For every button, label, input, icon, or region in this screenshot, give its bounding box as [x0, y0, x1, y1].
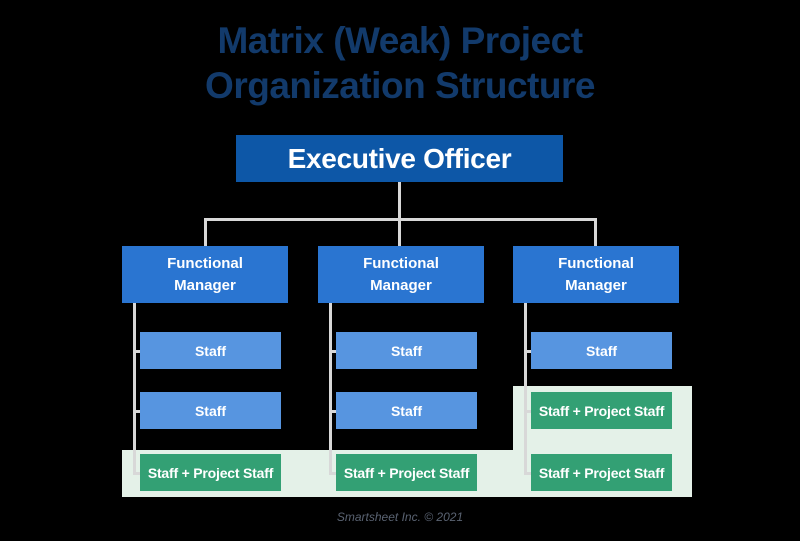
functional-manager-box-2[interactable]: Functional Manager: [318, 246, 484, 303]
staff-box-column-1-row-1[interactable]: Staff: [140, 332, 281, 369]
footer-attribution: Smartsheet Inc. © 2021: [336, 510, 464, 524]
page-title-line-1: Matrix (Weak) Project: [217, 20, 583, 61]
connector-spine-column-2: [329, 303, 332, 475]
staff-label-column-3-row-1: Staff: [585, 342, 618, 359]
functional-manager-label-3: Functional Manager: [558, 253, 634, 297]
fm-2-line-2: Manager: [370, 276, 432, 294]
connector-exec-down: [398, 182, 401, 220]
connector-drop-column-3: [594, 218, 597, 246]
project-staff-box-column-1-row-3[interactable]: Staff + Project Staff: [140, 454, 281, 491]
staff-label-column-1-row-2: Staff: [194, 402, 227, 419]
functional-manager-box-1[interactable]: Functional Manager: [122, 246, 288, 303]
fm-1-line-1: Functional: [167, 254, 243, 272]
connector-drop-column-1: [204, 218, 207, 246]
project-staff-label-column-2-row-3: Staff + Project Staff: [343, 464, 470, 481]
project-staff-box-column-3-row-2[interactable]: Staff + Project Staff: [531, 392, 672, 429]
fm-3-line-1: Functional: [558, 254, 634, 272]
project-staff-box-column-3-row-3[interactable]: Staff + Project Staff: [531, 454, 672, 491]
executive-officer-label: Executive Officer: [287, 142, 512, 174]
page-title: Matrix (Weak) Project Organization Struc…: [0, 18, 800, 108]
staff-box-column-2-row-1[interactable]: Staff: [336, 332, 477, 369]
project-staff-label-column-3-row-3: Staff + Project Staff: [538, 464, 665, 481]
connector-spine-column-3: [524, 303, 527, 475]
staff-label-column-2-row-2: Staff: [390, 402, 423, 419]
executive-officer-box[interactable]: Executive Officer: [236, 135, 563, 182]
functional-manager-label-1: Functional Manager: [167, 253, 243, 297]
page-title-line-2: Organization Structure: [205, 65, 595, 106]
connector-spine-column-1: [133, 303, 136, 475]
org-chart-canvas: Matrix (Weak) Project Organization Struc…: [0, 0, 800, 541]
staff-box-column-1-row-2[interactable]: Staff: [140, 392, 281, 429]
project-staff-box-column-2-row-3[interactable]: Staff + Project Staff: [336, 454, 477, 491]
connector-drop-column-2: [398, 218, 401, 246]
project-staff-label-column-1-row-3: Staff + Project Staff: [147, 464, 274, 481]
staff-box-column-3-row-1[interactable]: Staff: [531, 332, 672, 369]
functional-manager-box-3[interactable]: Functional Manager: [513, 246, 679, 303]
functional-manager-label-2: Functional Manager: [363, 253, 439, 297]
project-staff-label-column-3-row-2: Staff + Project Staff: [538, 402, 665, 419]
staff-label-column-2-row-1: Staff: [390, 342, 423, 359]
fm-1-line-2: Manager: [174, 276, 236, 294]
staff-label-column-1-row-1: Staff: [194, 342, 227, 359]
fm-2-line-1: Functional: [363, 254, 439, 272]
fm-3-line-2: Manager: [565, 276, 627, 294]
staff-box-column-2-row-2[interactable]: Staff: [336, 392, 477, 429]
